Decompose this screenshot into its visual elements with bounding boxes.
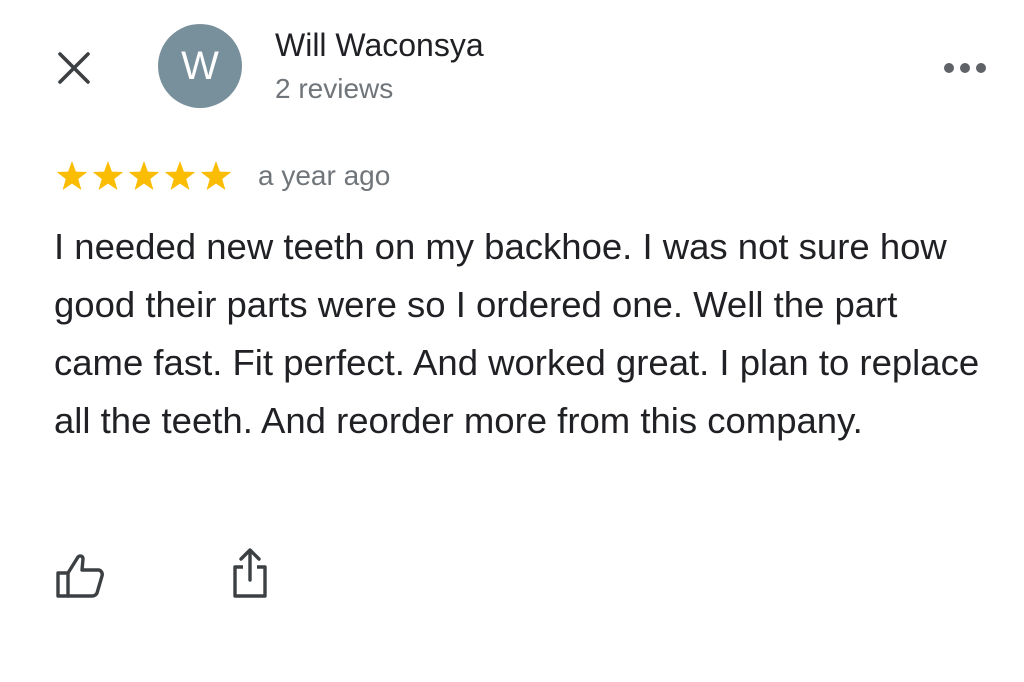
close-icon: [58, 52, 90, 84]
review-card: W Will Waconsya 2 reviews a year ago I n…: [0, 0, 1024, 682]
close-button[interactable]: [48, 42, 100, 94]
star-icon: [164, 161, 196, 190]
reviewer-review-count[interactable]: 2 reviews: [275, 72, 484, 106]
reviewer-info[interactable]: Will Waconsya 2 reviews: [275, 26, 484, 106]
star-icon: [92, 161, 124, 190]
share-icon: [233, 548, 267, 598]
reviewer-name[interactable]: Will Waconsya: [275, 26, 484, 64]
avatar[interactable]: W: [158, 24, 242, 108]
rating-row: a year ago: [54, 156, 390, 196]
star-icon: [128, 161, 160, 190]
review-text: I needed new teeth on my backhoe. I was …: [54, 226, 980, 441]
share-button[interactable]: [224, 544, 276, 602]
avatar-letter: W: [181, 43, 219, 88]
star-icon: [200, 161, 232, 190]
like-button[interactable]: [52, 550, 108, 602]
star-icon: [56, 161, 88, 190]
more-horizontal-icon: [944, 63, 986, 73]
thumbs-up-icon: [56, 554, 104, 598]
star-rating: [54, 158, 234, 194]
review-time: a year ago: [258, 160, 391, 191]
more-options-button[interactable]: [936, 52, 994, 84]
